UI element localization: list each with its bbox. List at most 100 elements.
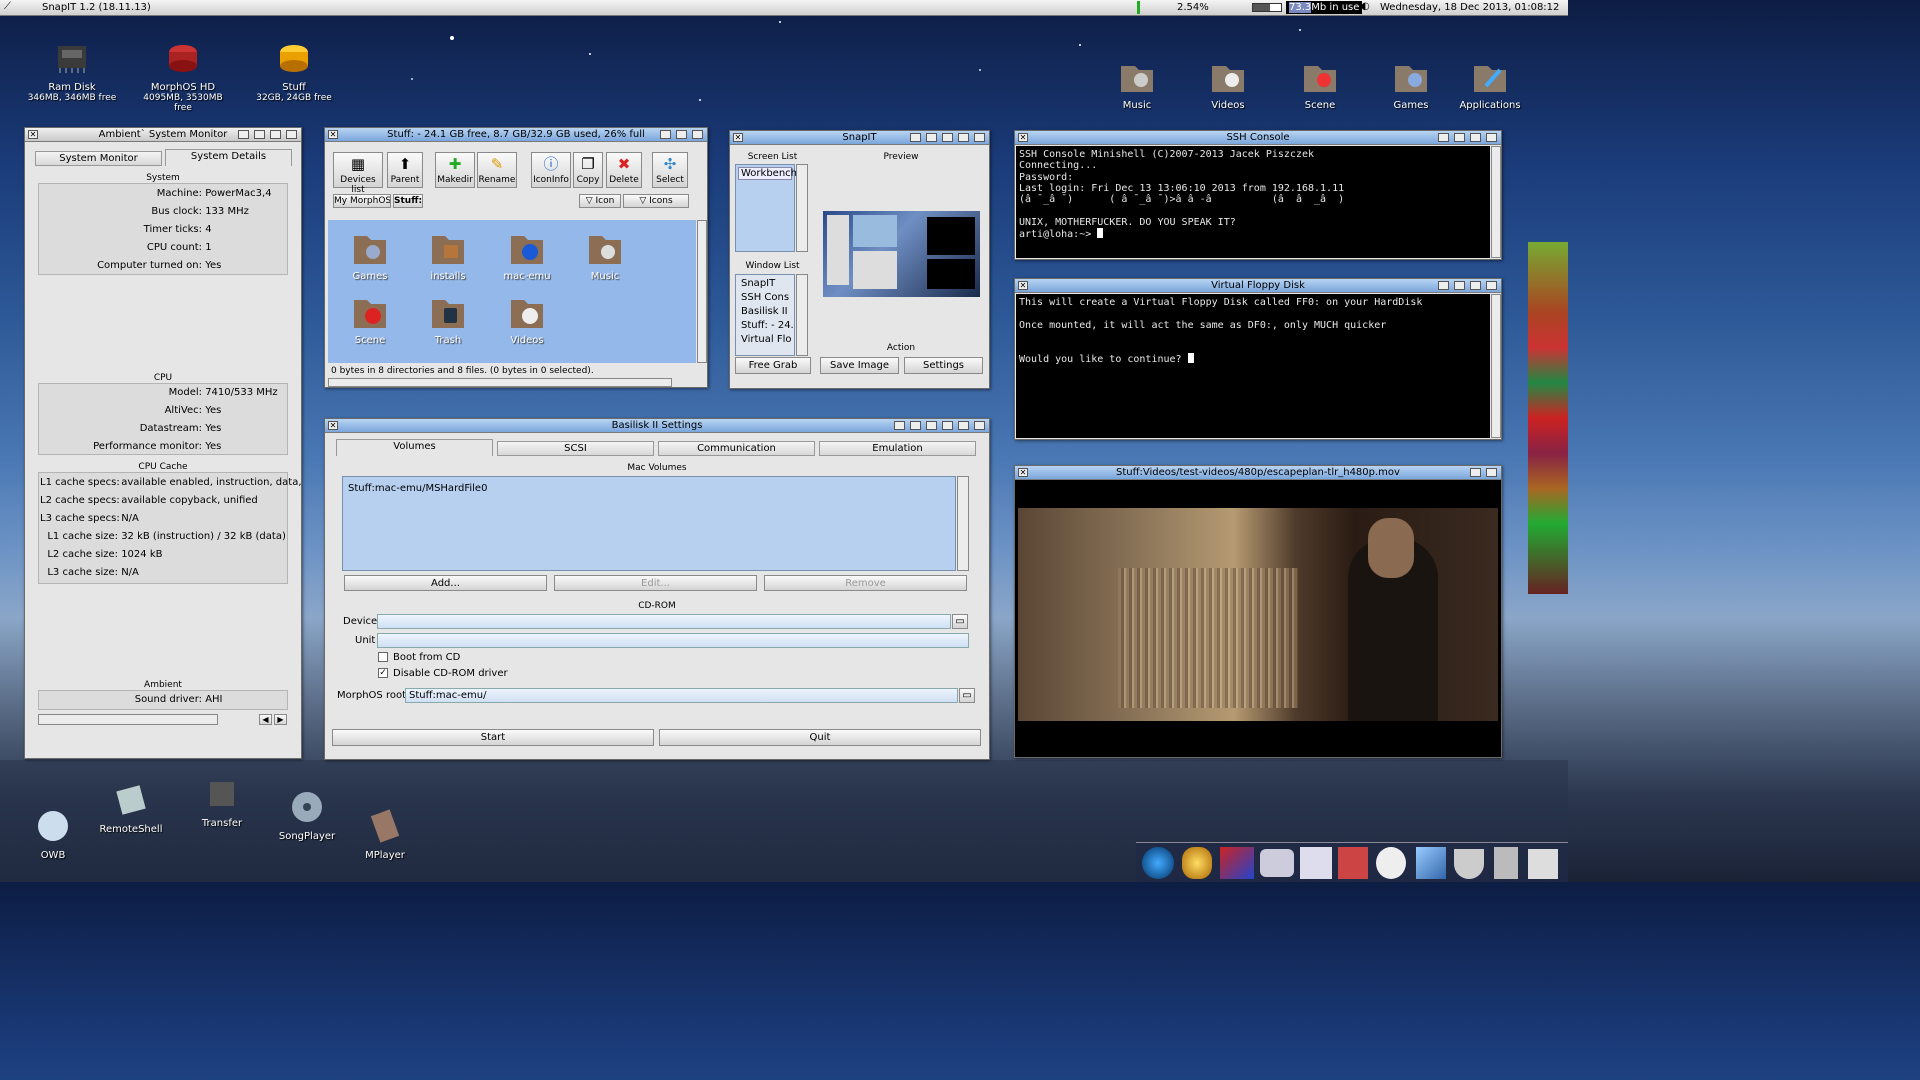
tab-scsi[interactable]: SCSI bbox=[497, 441, 654, 456]
iconify-icon[interactable] bbox=[1438, 133, 1449, 142]
edit-volume-button[interactable]: Edit... bbox=[554, 575, 757, 591]
free-grab-button[interactable]: Free Grab bbox=[735, 357, 811, 374]
mplayer-icon[interactable]: MPlayer bbox=[340, 808, 430, 861]
paper-roll-icon[interactable] bbox=[1376, 847, 1406, 879]
stuff-drive-icon[interactable]: Stuff 32GB, 24GB free bbox=[249, 40, 339, 103]
close-icon[interactable]: ✕ bbox=[1018, 468, 1028, 477]
tab-system-details[interactable]: System Details bbox=[165, 149, 292, 166]
calendar-icon[interactable] bbox=[1528, 849, 1558, 879]
popup-icon[interactable] bbox=[942, 421, 953, 430]
close-icon[interactable]: ✕ bbox=[1018, 133, 1028, 142]
device-browse-button[interactable]: ▭ bbox=[952, 614, 968, 629]
zoom-icon[interactable] bbox=[1470, 281, 1481, 290]
pen-icon[interactable] bbox=[1494, 847, 1518, 879]
iconify-icon[interactable] bbox=[1438, 281, 1449, 290]
depth-icon[interactable] bbox=[1486, 468, 1497, 477]
list-item[interactable]: SnapIT bbox=[741, 278, 775, 289]
view-mode-icon-select[interactable]: ▽ Icon bbox=[579, 194, 621, 208]
volume-scrollbar[interactable] bbox=[957, 476, 969, 571]
zoom-icon[interactable] bbox=[270, 130, 281, 139]
videos-drawer-icon[interactable]: Videos bbox=[1183, 58, 1273, 111]
iconify-icon[interactable] bbox=[910, 133, 921, 142]
jump-icon[interactable] bbox=[942, 133, 953, 142]
horizontal-scrollbar[interactable] bbox=[38, 714, 218, 725]
view-mode-icons-select[interactable]: ▽ Icons bbox=[623, 194, 689, 208]
video-titlebar[interactable]: ✕ Stuff:Videos/test-videos/480p/escapepl… bbox=[1015, 466, 1501, 480]
snapshot-icon[interactable] bbox=[254, 130, 265, 139]
zoom-icon[interactable] bbox=[1470, 468, 1481, 477]
ssh-titlebar[interactable]: ✕ SSH Console bbox=[1015, 131, 1501, 145]
device-field[interactable] bbox=[377, 614, 951, 629]
save-image-button[interactable]: Save Image bbox=[820, 357, 899, 374]
quit-button[interactable]: Quit bbox=[659, 729, 981, 746]
close-icon[interactable]: ✕ bbox=[28, 130, 38, 139]
stuff-titlebar[interactable]: ✕ Stuff: - 24.1 GB free, 8.7 GB/32.9 GB … bbox=[325, 128, 707, 142]
path-my-morphos[interactable]: My MorphOS bbox=[333, 194, 391, 208]
delete-button[interactable]: ✖ Delete bbox=[606, 152, 642, 188]
close-icon[interactable]: ✕ bbox=[328, 421, 338, 430]
transfer-icon[interactable]: Transfer bbox=[177, 776, 267, 829]
boot-cd-checkbox[interactable] bbox=[378, 652, 388, 662]
ambient-icon[interactable] bbox=[1182, 847, 1212, 879]
drawers-icon[interactable] bbox=[1220, 847, 1254, 879]
zoom-icon[interactable] bbox=[958, 421, 969, 430]
tool-icon[interactable] bbox=[1338, 847, 1368, 879]
game-covers-strip[interactable] bbox=[1528, 242, 1568, 594]
close-icon[interactable]: ✕ bbox=[1018, 281, 1028, 290]
morphos-hd-icon[interactable]: MorphOS HD 4095MB, 3530MB free bbox=[138, 40, 228, 113]
floppy-titlebar[interactable]: ✕ Virtual Floppy Disk bbox=[1015, 279, 1501, 293]
zoom-icon[interactable] bbox=[1470, 133, 1481, 142]
music-folder[interactable]: Music bbox=[570, 228, 640, 282]
installs-folder[interactable]: installs bbox=[413, 228, 483, 282]
system-monitor-titlebar[interactable]: ✕ Ambient` System Monitor bbox=[25, 128, 301, 142]
root-browse-button[interactable]: ▭ bbox=[959, 688, 975, 703]
window-list-scrollbar[interactable] bbox=[796, 274, 808, 356]
morphos-logo-icon[interactable] bbox=[1142, 847, 1174, 879]
games-drawer-icon[interactable]: Games bbox=[1366, 58, 1456, 111]
remoteshell-icon[interactable]: RemoteShell bbox=[86, 782, 176, 835]
ramdisk-icon[interactable]: Ram Disk 346MB, 346MB free bbox=[27, 40, 117, 103]
copy-button[interactable]: ❐ Copy bbox=[573, 152, 603, 188]
rename-button[interactable]: ✎ Rename bbox=[477, 152, 517, 188]
start-button[interactable]: Start bbox=[332, 729, 654, 746]
snapshot-icon[interactable] bbox=[1454, 133, 1465, 142]
vertical-scrollbar[interactable] bbox=[1491, 294, 1501, 438]
list-item[interactable]: Stuff: - 24. bbox=[741, 320, 795, 331]
iconify-icon[interactable] bbox=[238, 130, 249, 139]
list-item[interactable]: Virtual Flo bbox=[741, 334, 792, 345]
select-button[interactable]: ✣ Select bbox=[652, 152, 688, 188]
settings-icon[interactable] bbox=[1260, 849, 1294, 877]
scroll-left-button[interactable]: ◀ bbox=[259, 714, 272, 725]
depth-icon[interactable] bbox=[1486, 281, 1497, 290]
depth-icon[interactable] bbox=[1486, 133, 1497, 142]
scene-folder[interactable]: Scene bbox=[335, 292, 405, 346]
ssh-terminal[interactable]: SSH Console Minishell (C)2007-2013 Jacek… bbox=[1016, 146, 1490, 258]
zoom-icon[interactable] bbox=[958, 133, 969, 142]
list-item[interactable]: Basilisk II bbox=[741, 306, 788, 317]
tab-volumes[interactable]: Volumes bbox=[336, 439, 493, 456]
glass-icon[interactable] bbox=[1454, 849, 1484, 879]
depth-icon[interactable] bbox=[692, 130, 703, 139]
screen-list[interactable]: Workbench bbox=[735, 164, 797, 252]
close-icon[interactable]: ✕ bbox=[733, 133, 743, 142]
snapit-titlebar[interactable]: ✕ SnapIT bbox=[730, 131, 989, 145]
horizontal-scrollbar[interactable] bbox=[328, 378, 672, 387]
mac-emu-folder[interactable]: mac-emu bbox=[492, 228, 562, 282]
morphos-root-field[interactable]: Stuff:mac-emu/ bbox=[405, 688, 958, 703]
video-frame[interactable] bbox=[1018, 508, 1498, 721]
feather-icon[interactable] bbox=[1416, 847, 1446, 879]
tab-system-monitor[interactable]: System Monitor bbox=[35, 151, 162, 166]
music-drawer-icon[interactable]: Music bbox=[1092, 58, 1182, 111]
depth-icon[interactable] bbox=[286, 130, 297, 139]
floppy-terminal[interactable]: This will create a Virtual Floppy Disk c… bbox=[1016, 294, 1490, 438]
snapshot-icon[interactable] bbox=[910, 421, 921, 430]
depth-icon[interactable] bbox=[974, 421, 985, 430]
close-icon[interactable]: ✕ bbox=[328, 130, 338, 139]
path-stuff[interactable]: Stuff: bbox=[393, 194, 423, 208]
iconify-icon[interactable] bbox=[894, 421, 905, 430]
vertical-scrollbar[interactable] bbox=[1491, 146, 1501, 258]
scene-drawer-icon[interactable]: Scene bbox=[1275, 58, 1365, 111]
jump-icon[interactable] bbox=[926, 421, 937, 430]
applications-drawer-icon[interactable]: Applications bbox=[1445, 58, 1535, 111]
screen-list-item[interactable]: Workbench bbox=[738, 167, 797, 180]
